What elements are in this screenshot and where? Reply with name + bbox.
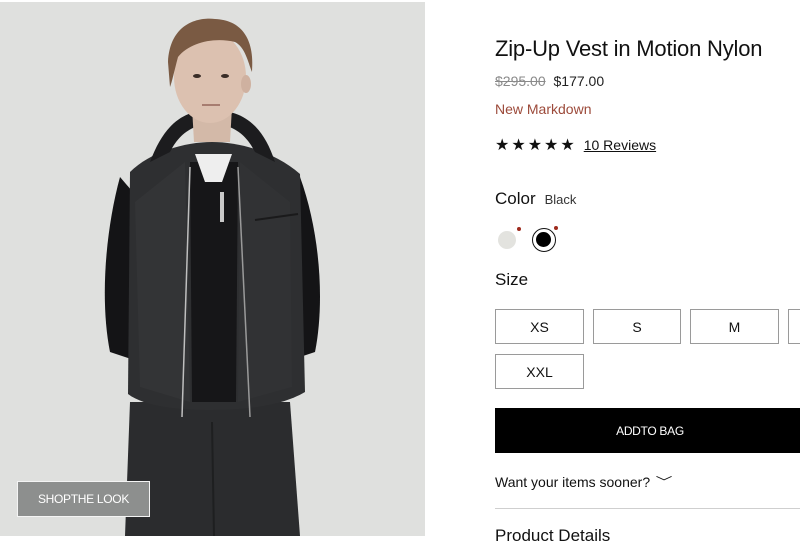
rating-row: ★★★★★ 10 Reviews <box>495 135 656 155</box>
size-option-m[interactable]: M <box>690 309 779 344</box>
size-option-s[interactable]: S <box>593 309 681 344</box>
add-to-bag-button[interactable]: ADDTO BAG <box>495 408 800 453</box>
swatch-black-fill <box>536 232 551 247</box>
model-illustration <box>0 2 425 536</box>
product-details-heading[interactable]: Product Details <box>495 526 610 546</box>
rating-stars: ★★★★★ <box>495 137 577 154</box>
color-label: Color <box>495 189 536 208</box>
delivery-prompt: Want your items sooner? <box>495 473 651 490</box>
delivery-options-toggle[interactable]: Want your items sooner? ﹀ <box>495 473 673 490</box>
reviews-link[interactable]: 10 Reviews <box>584 137 656 153</box>
original-price: $295.00 <box>495 73 546 89</box>
sale-price: $177.00 <box>553 73 605 89</box>
chevron-down-icon: ﹀ <box>655 475 673 489</box>
product-details-panel: Zip-Up Vest in Motion Nylon $295.00 $177… <box>495 0 800 545</box>
product-title: Zip-Up Vest in Motion Nylon <box>495 36 763 61</box>
color-row: Color Black <box>495 189 576 209</box>
section-divider <box>495 508 800 509</box>
swatch-indicator-dot <box>554 226 558 230</box>
price-row: $295.00 $177.00 <box>495 73 604 89</box>
size-label: Size <box>495 270 529 289</box>
color-swatch-black[interactable] <box>532 228 556 252</box>
shop-the-look-button[interactable]: SHOPTHE LOOK <box>17 481 150 517</box>
markdown-badge: New Markdown <box>495 101 592 117</box>
product-image[interactable]: SHOPTHE LOOK <box>0 2 425 536</box>
swatch-indicator-dot <box>517 227 521 231</box>
selected-color: Black <box>544 192 577 207</box>
color-swatch-light[interactable] <box>498 231 516 249</box>
size-option-partial[interactable] <box>788 309 800 344</box>
size-option-xs[interactable]: XS <box>495 309 584 344</box>
size-option-xxl[interactable]: XXL <box>495 354 584 389</box>
